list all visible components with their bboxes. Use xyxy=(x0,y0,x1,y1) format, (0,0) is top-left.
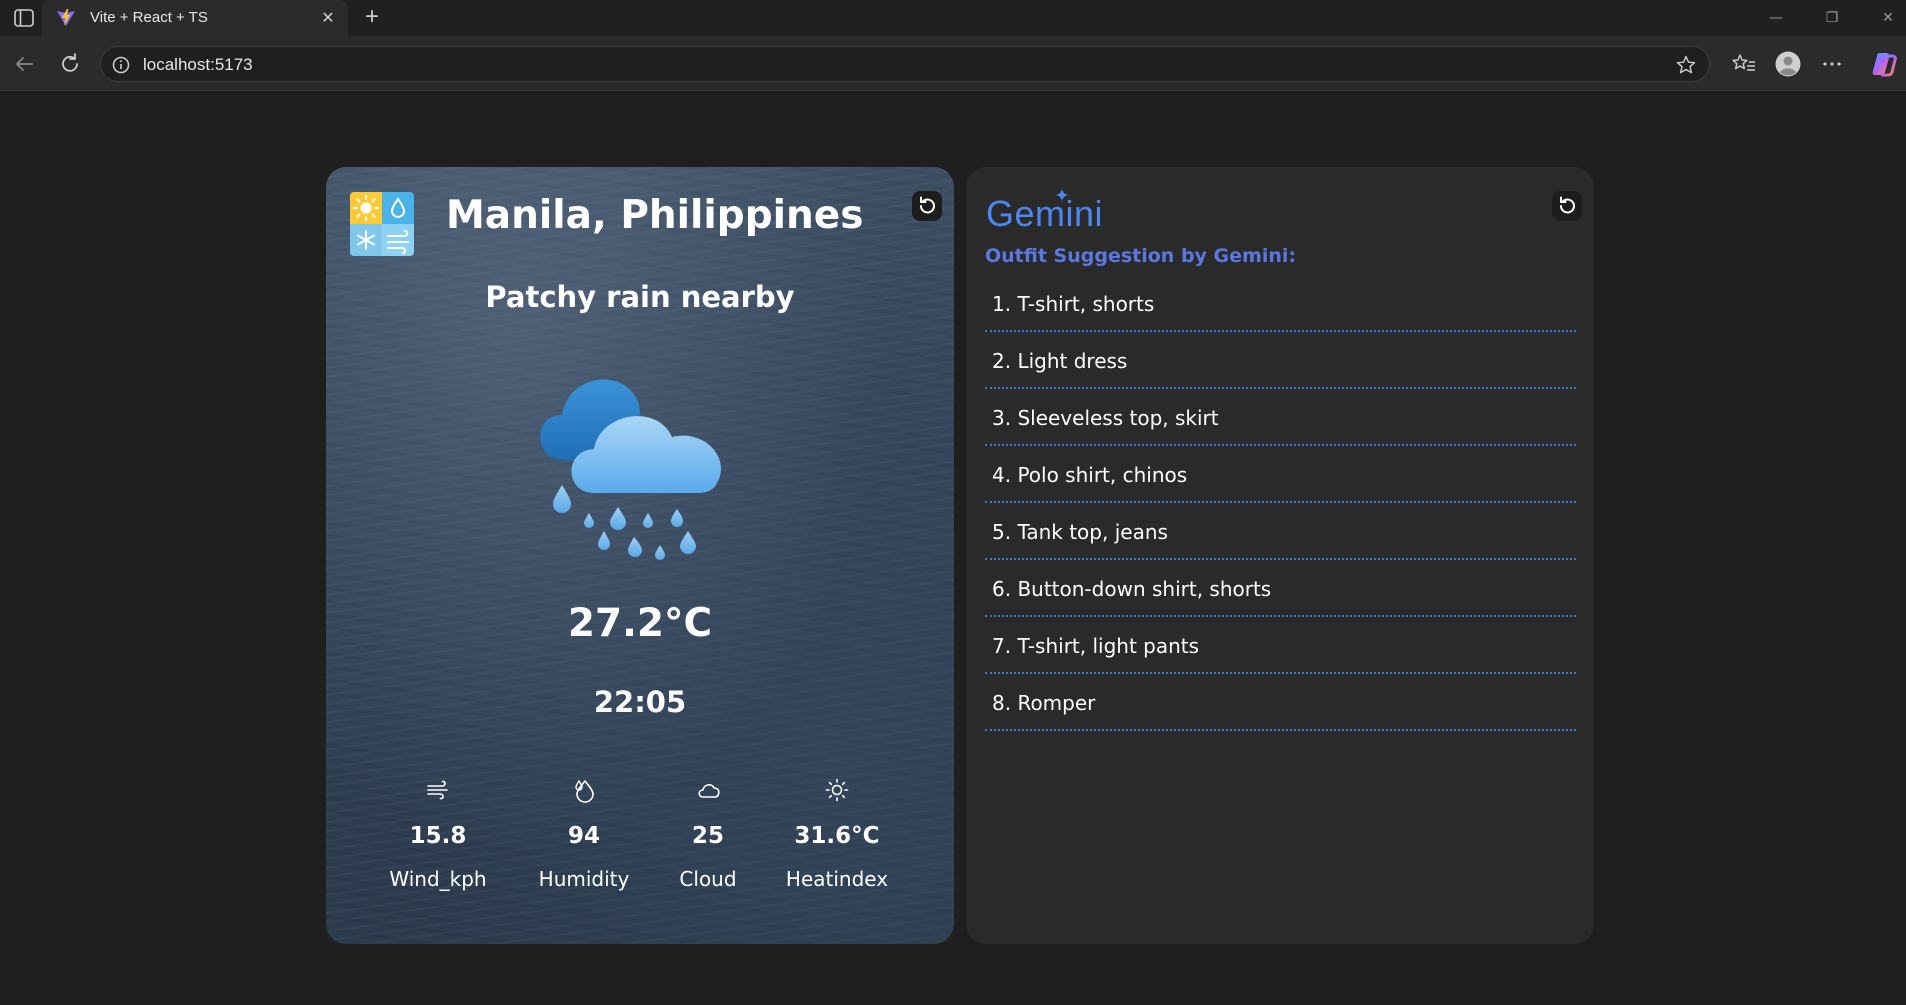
heatindex-value: 31.6°C xyxy=(794,823,880,849)
list-item: 7. T-shirt, light pants xyxy=(985,617,1576,674)
wind-value: 15.8 xyxy=(409,823,467,849)
list-item: 8. Romper xyxy=(985,674,1576,731)
stat-heatindex: 31.6°C Heatindex xyxy=(767,777,907,891)
heatindex-label: Heatindex xyxy=(785,867,889,891)
restore-icon[interactable]: ❐ xyxy=(1822,8,1842,28)
minimize-icon[interactable]: — xyxy=(1766,8,1786,28)
url-text: localhost:5173 xyxy=(143,55,253,74)
list-item: 1. T-shirt, shorts xyxy=(985,275,1576,332)
local-time: 22:05 xyxy=(593,685,687,719)
temperature: 27.2°C xyxy=(567,601,713,646)
browser-toolbar: localhost:5173 xyxy=(0,36,1906,91)
stat-wind: 15.8 Wind_kph xyxy=(368,777,508,891)
wind-label: Wind_kph xyxy=(389,867,487,891)
weather-refresh-button[interactable] xyxy=(912,191,942,221)
cloud-label: Cloud xyxy=(679,867,737,891)
list-item: 3. Sleeveless top, skirt xyxy=(985,389,1576,446)
city-name: Manila, Philippines xyxy=(446,193,864,238)
cloud-value: 25 xyxy=(691,823,724,849)
browser-tabbar: Vite + React + TS ✕ + — ❐ ✕ xyxy=(0,0,1906,36)
rain-cloud-icon xyxy=(540,379,721,560)
list-item: 6. Button-down shirt, shorts xyxy=(985,560,1576,617)
site-info-icon[interactable] xyxy=(111,55,131,75)
cloud-icon xyxy=(698,784,720,798)
tab-title: Vite + React + TS xyxy=(90,9,208,26)
stat-humidity: 94 Humidity xyxy=(514,777,654,891)
new-tab-button[interactable]: + xyxy=(360,5,384,30)
reload-icon[interactable] xyxy=(56,50,84,78)
favorites-icon[interactable] xyxy=(1730,50,1758,78)
more-options-icon[interactable] xyxy=(1818,50,1846,78)
list-item: 2. Light dress xyxy=(985,332,1576,389)
copilot-icon[interactable] xyxy=(1870,50,1898,78)
humidity-value: 94 xyxy=(567,823,600,849)
gemini-logo: Gemini xyxy=(986,193,1104,234)
close-tab-icon[interactable]: ✕ xyxy=(318,8,338,28)
weather-condition: Patchy rain nearby xyxy=(485,280,795,314)
sun-icon xyxy=(825,778,849,802)
list-item: 5. Tank top, jeans xyxy=(985,503,1576,560)
gemini-refresh-button[interactable] xyxy=(1552,191,1582,221)
outfit-subtitle: Outfit Suggestion by Gemini: xyxy=(985,245,1296,267)
humidity-label: Humidity xyxy=(538,867,630,891)
close-window-icon[interactable]: ✕ xyxy=(1878,8,1898,28)
weather-app-logo-icon xyxy=(350,192,414,256)
humidity-icon xyxy=(575,779,594,803)
outfit-list: 1. T-shirt, shorts 2. Light dress 3. Sle… xyxy=(985,275,1576,731)
gemini-sparkle-icon xyxy=(1055,188,1069,202)
browser-tab[interactable]: Vite + React + TS ✕ xyxy=(42,0,348,36)
weather-card: Manila, Philippines Patchy rain nearby 2… xyxy=(326,167,954,944)
tab-actions-icon[interactable] xyxy=(12,8,36,28)
gemini-card: Gemini Outfit Suggestion by Gemini: 1. T… xyxy=(966,167,1594,944)
favorite-star-icon[interactable] xyxy=(1675,54,1697,76)
address-bar[interactable]: localhost:5173 xyxy=(100,46,1710,82)
vite-favicon-icon xyxy=(57,9,75,26)
stat-cloud: 25 Cloud xyxy=(638,777,778,891)
wind-icon xyxy=(427,780,448,800)
back-icon[interactable] xyxy=(10,50,38,78)
profile-avatar-icon[interactable] xyxy=(1774,50,1802,78)
list-item: 4. Polo shirt, chinos xyxy=(985,446,1576,503)
